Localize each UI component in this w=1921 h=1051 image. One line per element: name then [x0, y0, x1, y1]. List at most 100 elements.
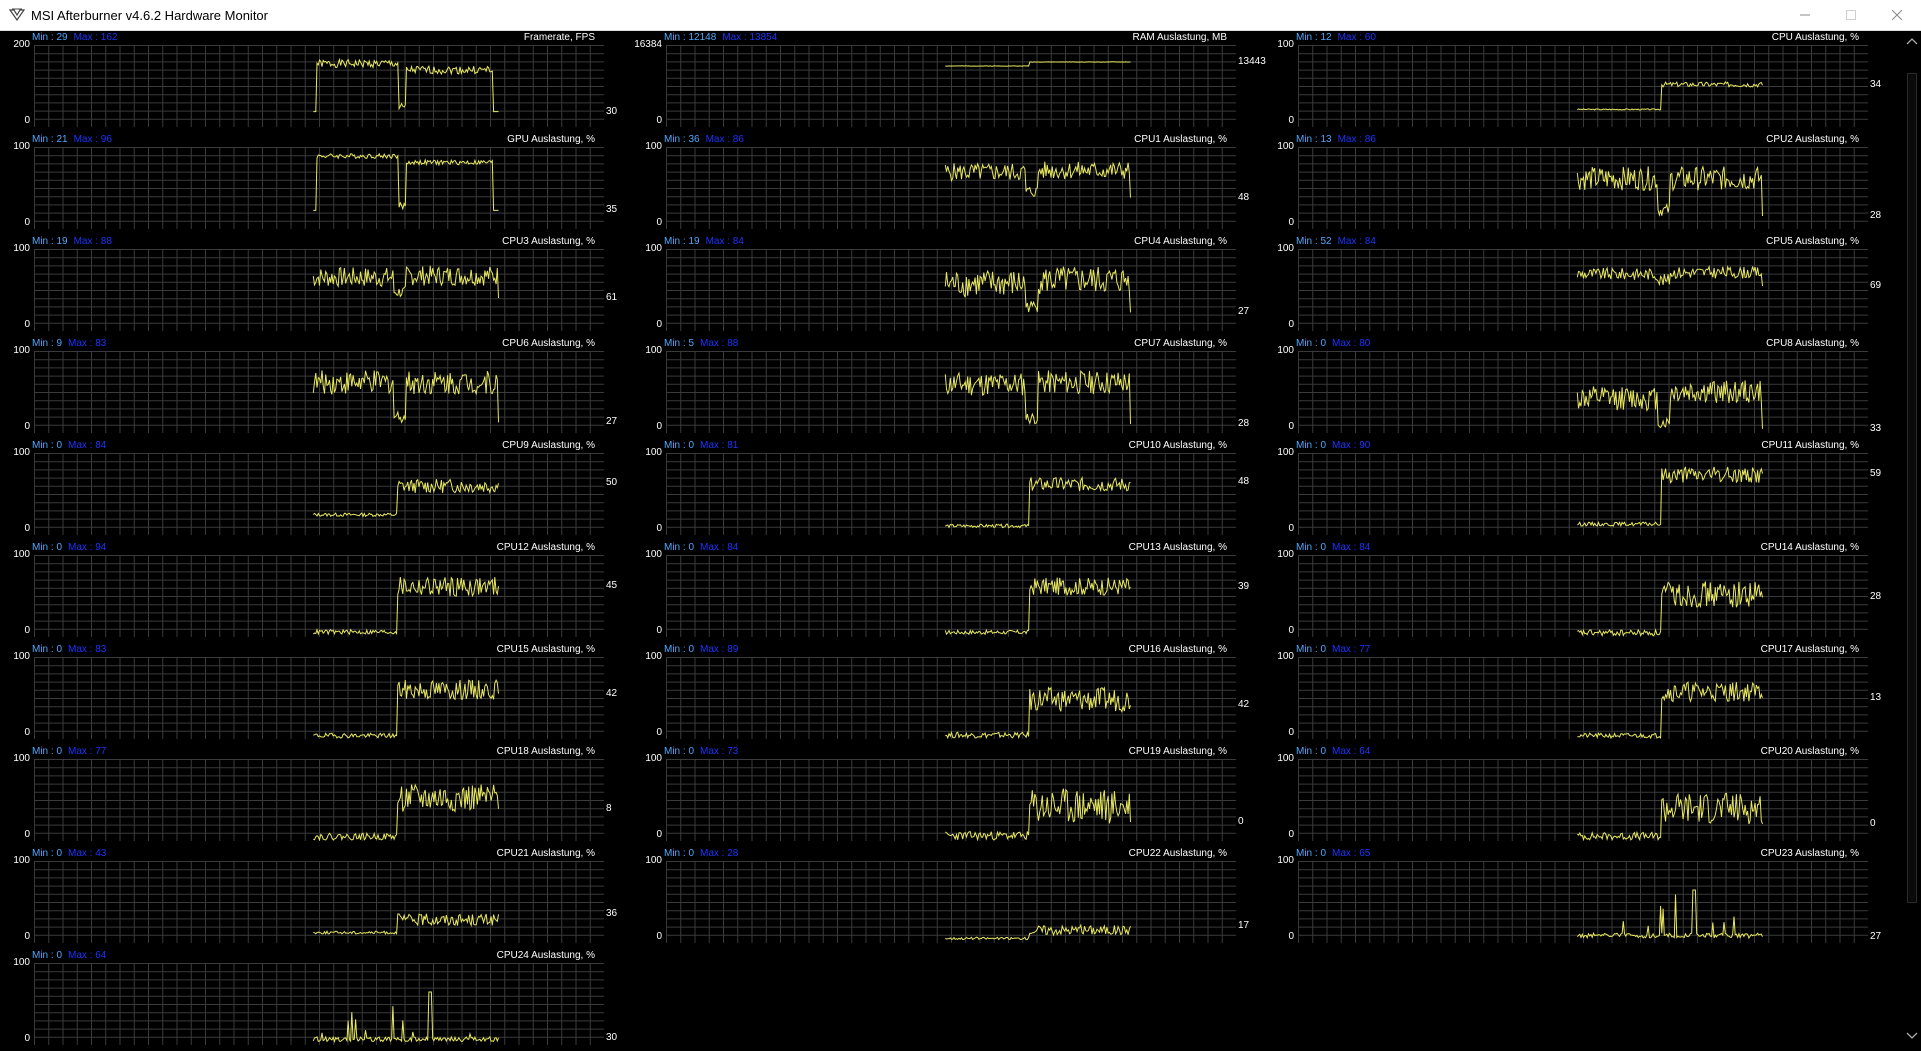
graph-trace [945, 686, 1131, 739]
monitor-graph[interactable] [666, 555, 1236, 637]
monitor-graph[interactable] [666, 861, 1236, 943]
y-axis-min-label: 0 [656, 319, 662, 330]
monitor-graph[interactable] [34, 657, 604, 739]
y-axis-max-label: 100 [645, 549, 662, 560]
graph-grid [34, 861, 604, 943]
monitor-graph[interactable] [1298, 147, 1868, 229]
min-max-label: Min : 0 Max : 77 [1296, 644, 1370, 656]
max-value: Max : 77 [1332, 644, 1371, 655]
max-value: Max : 83 [68, 338, 107, 349]
graph-grid [34, 555, 604, 637]
y-axis-min-label: 0 [656, 523, 662, 534]
y-axis-max-label: 100 [13, 957, 30, 968]
monitor-graph[interactable] [1298, 351, 1868, 433]
monitor-panel: Min : 0 Max : 28 CPU22 Auslastung, % 100 0 17 [632, 847, 1249, 949]
y-axis-min-label: 0 [656, 217, 662, 228]
current-value: 8 [606, 802, 612, 814]
graph-trace [945, 61, 1131, 67]
y-axis-max-label: 100 [1277, 39, 1294, 50]
min-value: Min : 0 [1296, 338, 1327, 349]
monitor-graph[interactable] [34, 45, 604, 127]
monitor-graph[interactable] [1298, 759, 1868, 841]
graph-trace [1576, 380, 1763, 429]
monitor-graph[interactable] [34, 249, 604, 331]
maximize-icon [1846, 10, 1856, 20]
min-value: Min : 0 [32, 542, 63, 553]
scroll-up-icon[interactable] [1906, 37, 1918, 45]
scroll-down-icon[interactable] [1906, 1032, 1918, 1040]
monitor-panel: Min : 52 Max : 84 CPU5 Auslastung, % 100 0 69 [1264, 235, 1881, 337]
monitor-graph[interactable] [1298, 249, 1868, 331]
monitor-panel: Min : 0 Max : 77 CPU18 Auslastung, % 100 0 8 [0, 745, 615, 847]
graph-grid [1298, 45, 1868, 127]
graph-grid [1298, 657, 1868, 739]
panel-title: CPU24 Auslastung, % [496, 950, 595, 961]
panel-title: CPU14 Auslastung, % [1760, 542, 1859, 553]
monitor-graph[interactable] [666, 351, 1236, 433]
min-max-label: Min : 21 Max : 96 [32, 134, 112, 146]
graph-trace [1576, 889, 1763, 940]
y-axis-min-label: 0 [24, 319, 30, 330]
y-axis-max-label: 100 [1277, 447, 1294, 458]
y-axis-min-label: 0 [656, 421, 662, 432]
monitor-graph[interactable] [666, 453, 1236, 535]
min-value: Min : 12148 [664, 32, 717, 43]
monitor-graph[interactable] [666, 657, 1236, 739]
monitor-graph[interactable] [666, 45, 1236, 127]
y-axis-max-label: 100 [1277, 651, 1294, 662]
monitor-graph[interactable] [34, 147, 604, 229]
min-value: Min : 0 [32, 440, 63, 451]
panel-title: GPU Auslastung, % [507, 134, 595, 145]
monitor-graph[interactable] [34, 963, 604, 1045]
monitor-panel: Min : 9 Max : 83 CPU6 Auslastung, % 100 0 27 [0, 337, 617, 439]
graph-grid [34, 351, 604, 433]
monitor-graph[interactable] [1298, 453, 1868, 535]
monitor-panel: Min : 0 Max : 81 CPU10 Auslastung, % 100 0 48 [632, 439, 1249, 541]
vertical-scrollbar[interactable] [1904, 31, 1921, 1044]
scrollbar-thumb[interactable] [1907, 73, 1917, 903]
panel-title: CPU10 Auslastung, % [1128, 440, 1227, 451]
y-axis-min-label: 0 [1288, 829, 1294, 840]
monitor-graph[interactable] [1298, 861, 1868, 943]
monitor-graph[interactable] [34, 861, 604, 943]
graph-grid [34, 45, 604, 127]
min-value: Min : 0 [1296, 542, 1327, 553]
max-value: Max : 13854 [722, 32, 778, 43]
monitor-graph[interactable] [1298, 657, 1868, 739]
max-value: Max : 64 [68, 950, 107, 961]
monitor-panel: Min : 0 Max : 77 CPU17 Auslastung, % 100 0 13 [1264, 643, 1881, 745]
min-max-label: Min : 5 Max : 88 [664, 338, 738, 350]
close-icon [1892, 10, 1902, 20]
monitor-graph[interactable] [666, 147, 1236, 229]
minimize-button[interactable] [1782, 0, 1828, 30]
monitor-graph[interactable] [34, 453, 604, 535]
monitor-panel: Min : 13 Max : 86 CPU2 Auslastung, % 100 0 28 [1264, 133, 1881, 235]
monitor-graph[interactable] [666, 249, 1236, 331]
graph-grid [666, 555, 1236, 637]
min-value: Min : 0 [32, 848, 63, 859]
monitor-graph[interactable] [34, 759, 604, 841]
min-max-label: Min : 9 Max : 83 [32, 338, 106, 350]
y-axis-min-label: 0 [1288, 625, 1294, 636]
max-value: Max : 84 [68, 440, 107, 451]
monitor-graph[interactable] [1298, 555, 1868, 637]
panel-title: CPU7 Auslastung, % [1134, 338, 1227, 349]
min-value: Min : 5 [664, 338, 695, 349]
monitor-panel: Min : 36 Max : 86 CPU1 Auslastung, % 100 0 48 [632, 133, 1249, 235]
monitor-graph[interactable] [34, 555, 604, 637]
monitor-graph[interactable] [34, 351, 604, 433]
panel-title: CPU1 Auslastung, % [1134, 134, 1227, 145]
panel-title: CPU18 Auslastung, % [496, 746, 595, 757]
y-axis-max-label: 100 [645, 345, 662, 356]
min-value: Min : 0 [1296, 440, 1327, 451]
min-max-label: Min : 36 Max : 86 [664, 134, 744, 146]
close-button[interactable] [1874, 0, 1920, 30]
graph-grid [34, 453, 604, 535]
y-axis-min-label: 0 [24, 115, 30, 126]
graph-grid [666, 249, 1236, 331]
monitor-graph[interactable] [1298, 45, 1868, 127]
maximize-button[interactable] [1828, 0, 1874, 30]
min-max-label: Min : 0 Max : 28 [664, 848, 738, 860]
y-axis-min-label: 0 [656, 829, 662, 840]
monitor-graph[interactable] [666, 759, 1236, 841]
